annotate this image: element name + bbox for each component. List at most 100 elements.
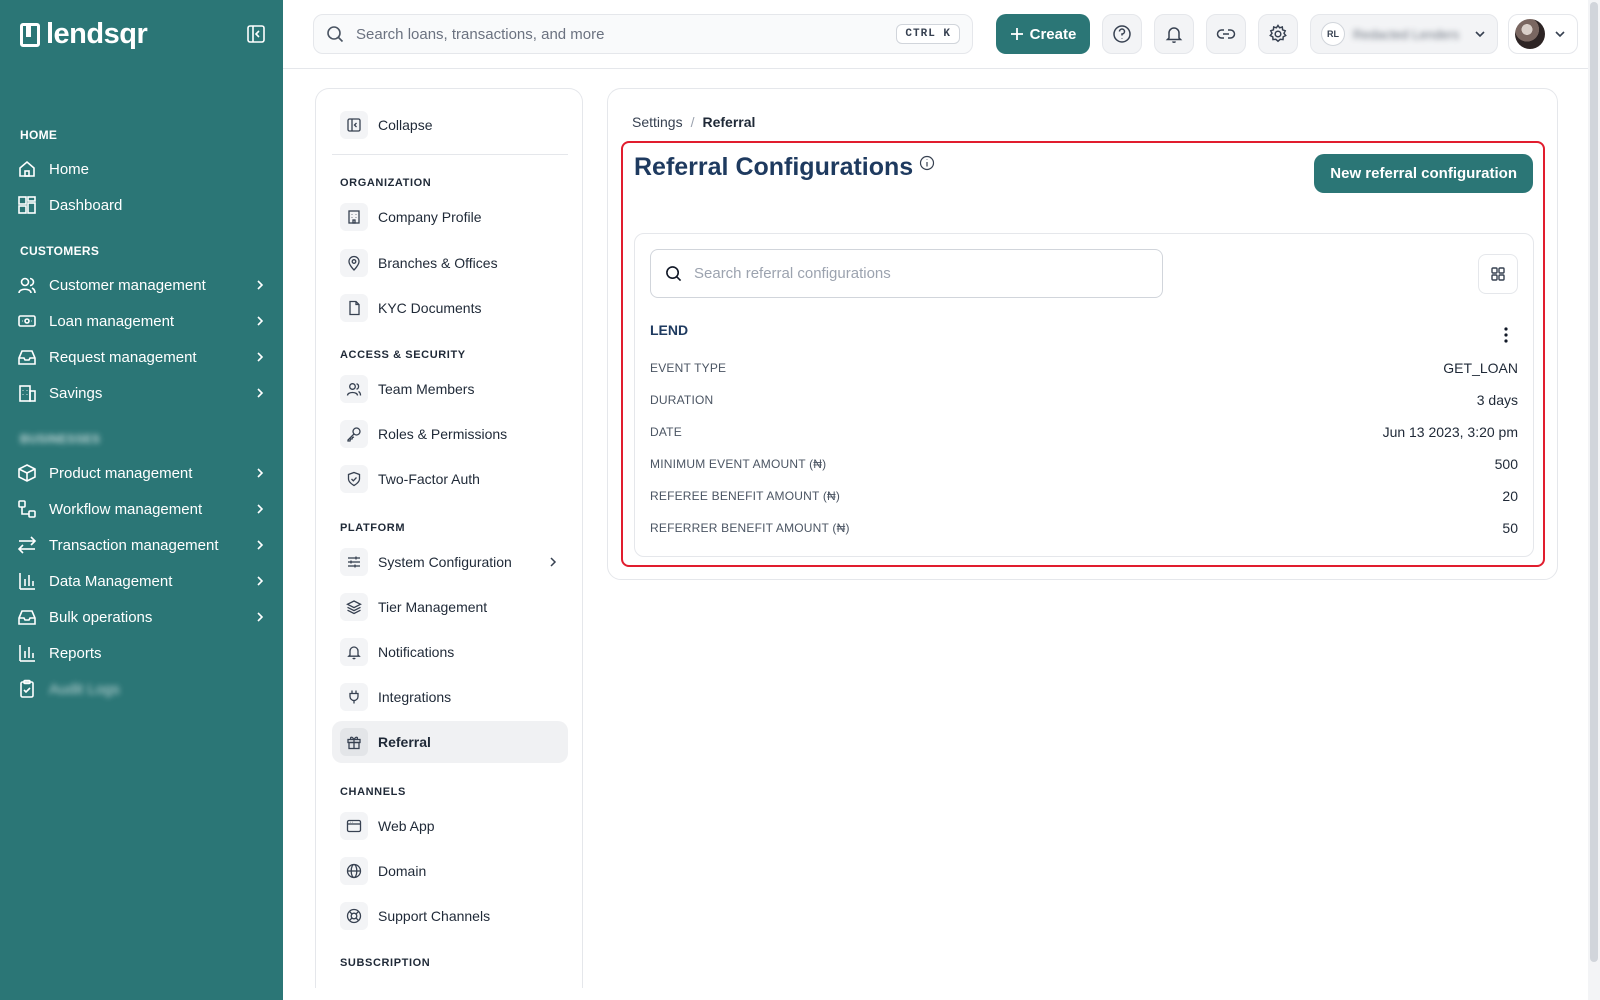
global-search-input[interactable] <box>356 25 897 43</box>
package-icon <box>18 464 36 482</box>
config-search[interactable] <box>650 249 1163 298</box>
link-button[interactable] <box>1206 14 1246 54</box>
building-icon <box>19 385 36 402</box>
settings-item-domain[interactable]: Domain <box>332 850 568 892</box>
settings-item-integrations[interactable]: Integrations <box>332 676 568 718</box>
global-search[interactable]: CTRL K <box>313 14 973 54</box>
shield-check-icon <box>340 465 368 493</box>
config-row: DURATION 3 days <box>650 388 1518 412</box>
nav-item-bulk-operations[interactable]: Bulk operations <box>17 602 267 632</box>
nav-label: Request management <box>49 348 197 366</box>
nav-item-hidden[interactable]: Audit Logs <box>17 674 267 704</box>
new-referral-configuration-button[interactable]: New referral configuration <box>1314 154 1533 193</box>
sp-label: Referral <box>378 734 431 750</box>
browser-icon <box>340 812 368 840</box>
nav-label: Dashboard <box>49 196 123 214</box>
breadcrumb-separator: / <box>690 114 695 130</box>
more-options-icon[interactable] <box>1501 326 1511 344</box>
breadcrumb-current: Referral <box>702 114 756 130</box>
breadcrumb: Settings / Referral <box>632 114 755 130</box>
nav-label: Savings <box>49 384 103 402</box>
link-icon <box>1216 29 1236 39</box>
map-pin-icon <box>340 249 368 277</box>
nav-label: Reports <box>49 644 102 662</box>
config-row-key: MINIMUM EVENT AMOUNT (₦) <box>650 457 827 471</box>
nav-item-loan-management[interactable]: Loan management <box>17 306 267 336</box>
settings-item-notifications[interactable]: Notifications <box>332 631 568 673</box>
grid-view-button[interactable] <box>1478 254 1518 294</box>
nav-item-dashboard[interactable]: Dashboard <box>17 190 267 220</box>
settings-item-support-channels[interactable]: Support Channels <box>332 895 568 937</box>
app-name: lendsqr <box>46 18 148 50</box>
sidebar-toggle-icon[interactable] <box>246 24 266 44</box>
gift-icon <box>340 728 368 756</box>
config-name: LEND <box>650 322 689 338</box>
config-row: REFEREE BENEFIT AMOUNT (₦) 20 <box>650 484 1518 508</box>
nav-label: Customer management <box>49 276 206 294</box>
settings-item-referral[interactable]: Referral <box>332 721 568 763</box>
nav-item-data-management[interactable]: Data Management <box>17 566 267 596</box>
breadcrumb-settings-link[interactable]: Settings <box>632 114 683 130</box>
nav-item-product-management[interactable]: Product management <box>17 458 267 488</box>
nav-item-workflow-management[interactable]: Workflow management <box>17 494 267 524</box>
settings-item-system-configuration[interactable]: System Configuration <box>332 541 568 583</box>
organization-switcher[interactable]: RL Redacted Lenders <box>1310 14 1498 54</box>
nav-label: Home <box>49 160 90 178</box>
nav-section-customers: CUSTOMERS <box>20 244 100 258</box>
notifications-button[interactable] <box>1154 14 1194 54</box>
search-icon <box>327 26 344 43</box>
settings-nav-panel: Collapse ORGANIZATION Company Profile Br… <box>315 88 583 988</box>
chevron-right-icon <box>257 388 264 398</box>
settings-item-web-app[interactable]: Web App <box>332 805 568 847</box>
nav-label: Product management <box>49 464 193 482</box>
nav-label: Transaction management <box>49 536 219 554</box>
sp-label: Domain <box>378 863 427 879</box>
chevron-right-icon <box>550 557 557 567</box>
nav-item-savings[interactable]: Savings <box>17 378 267 408</box>
info-icon[interactable] <box>919 155 935 171</box>
workflow-icon <box>18 500 36 518</box>
sp-label: Tier Management <box>378 599 488 615</box>
settings-collapse-button[interactable]: Collapse <box>332 104 568 146</box>
bell-icon <box>340 638 368 666</box>
chevron-down-icon <box>1555 31 1565 38</box>
chevron-right-icon <box>257 612 264 622</box>
sp-label: Collapse <box>378 117 433 133</box>
settings-button[interactable] <box>1258 14 1298 54</box>
shortcut-badge: CTRL K <box>896 24 960 44</box>
nav-item-home[interactable]: Home <box>17 154 267 184</box>
nav-item-request-management[interactable]: Request management <box>17 342 267 372</box>
settings-item-roles-permissions[interactable]: Roles & Permissions <box>332 413 568 455</box>
settings-item-company-profile[interactable]: Company Profile <box>332 196 568 238</box>
nav-item-transaction-management[interactable]: Transaction management <box>17 530 267 560</box>
key-icon <box>340 420 368 448</box>
settings-item-team-members[interactable]: Team Members <box>332 368 568 410</box>
sp-label: Web App <box>378 818 435 834</box>
chevron-right-icon <box>257 576 264 586</box>
settings-section-platform: PLATFORM <box>340 522 406 534</box>
settings-section-organization: ORGANIZATION <box>340 177 432 189</box>
logo-icon <box>20 22 40 47</box>
referral-page-card: Settings / Referral Referral Configurati… <box>607 88 1558 580</box>
search-icon <box>666 266 682 282</box>
settings-item-kyc-documents[interactable]: KYC Documents <box>332 287 568 329</box>
settings-item-branches-offices[interactable]: Branches & Offices <box>332 242 568 284</box>
settings-item-two-factor-auth[interactable]: Two-Factor Auth <box>332 458 568 500</box>
config-search-input[interactable] <box>694 265 1148 282</box>
app-logo[interactable]: lendsqr <box>20 18 148 51</box>
nav-item-reports[interactable]: Reports <box>17 638 267 668</box>
chevron-right-icon <box>257 280 264 290</box>
user-menu[interactable] <box>1508 14 1578 54</box>
config-row: REFERRER BENEFIT AMOUNT (₦) 50 <box>650 516 1518 540</box>
help-button[interactable] <box>1102 14 1142 54</box>
settings-item-tier-management[interactable]: Tier Management <box>332 586 568 628</box>
config-row: MINIMUM EVENT AMOUNT (₦) 500 <box>650 452 1518 476</box>
scrollbar-thumb[interactable] <box>1590 2 1598 962</box>
banknote-icon <box>18 315 36 327</box>
sp-label: System Configuration <box>378 554 512 570</box>
nav-label: Workflow management <box>49 500 203 518</box>
create-button[interactable]: Create <box>996 14 1090 54</box>
nav-item-customer-management[interactable]: Customer management <box>17 270 267 300</box>
sp-label: KYC Documents <box>378 300 482 316</box>
page-scrollbar[interactable] <box>1588 0 1600 1000</box>
